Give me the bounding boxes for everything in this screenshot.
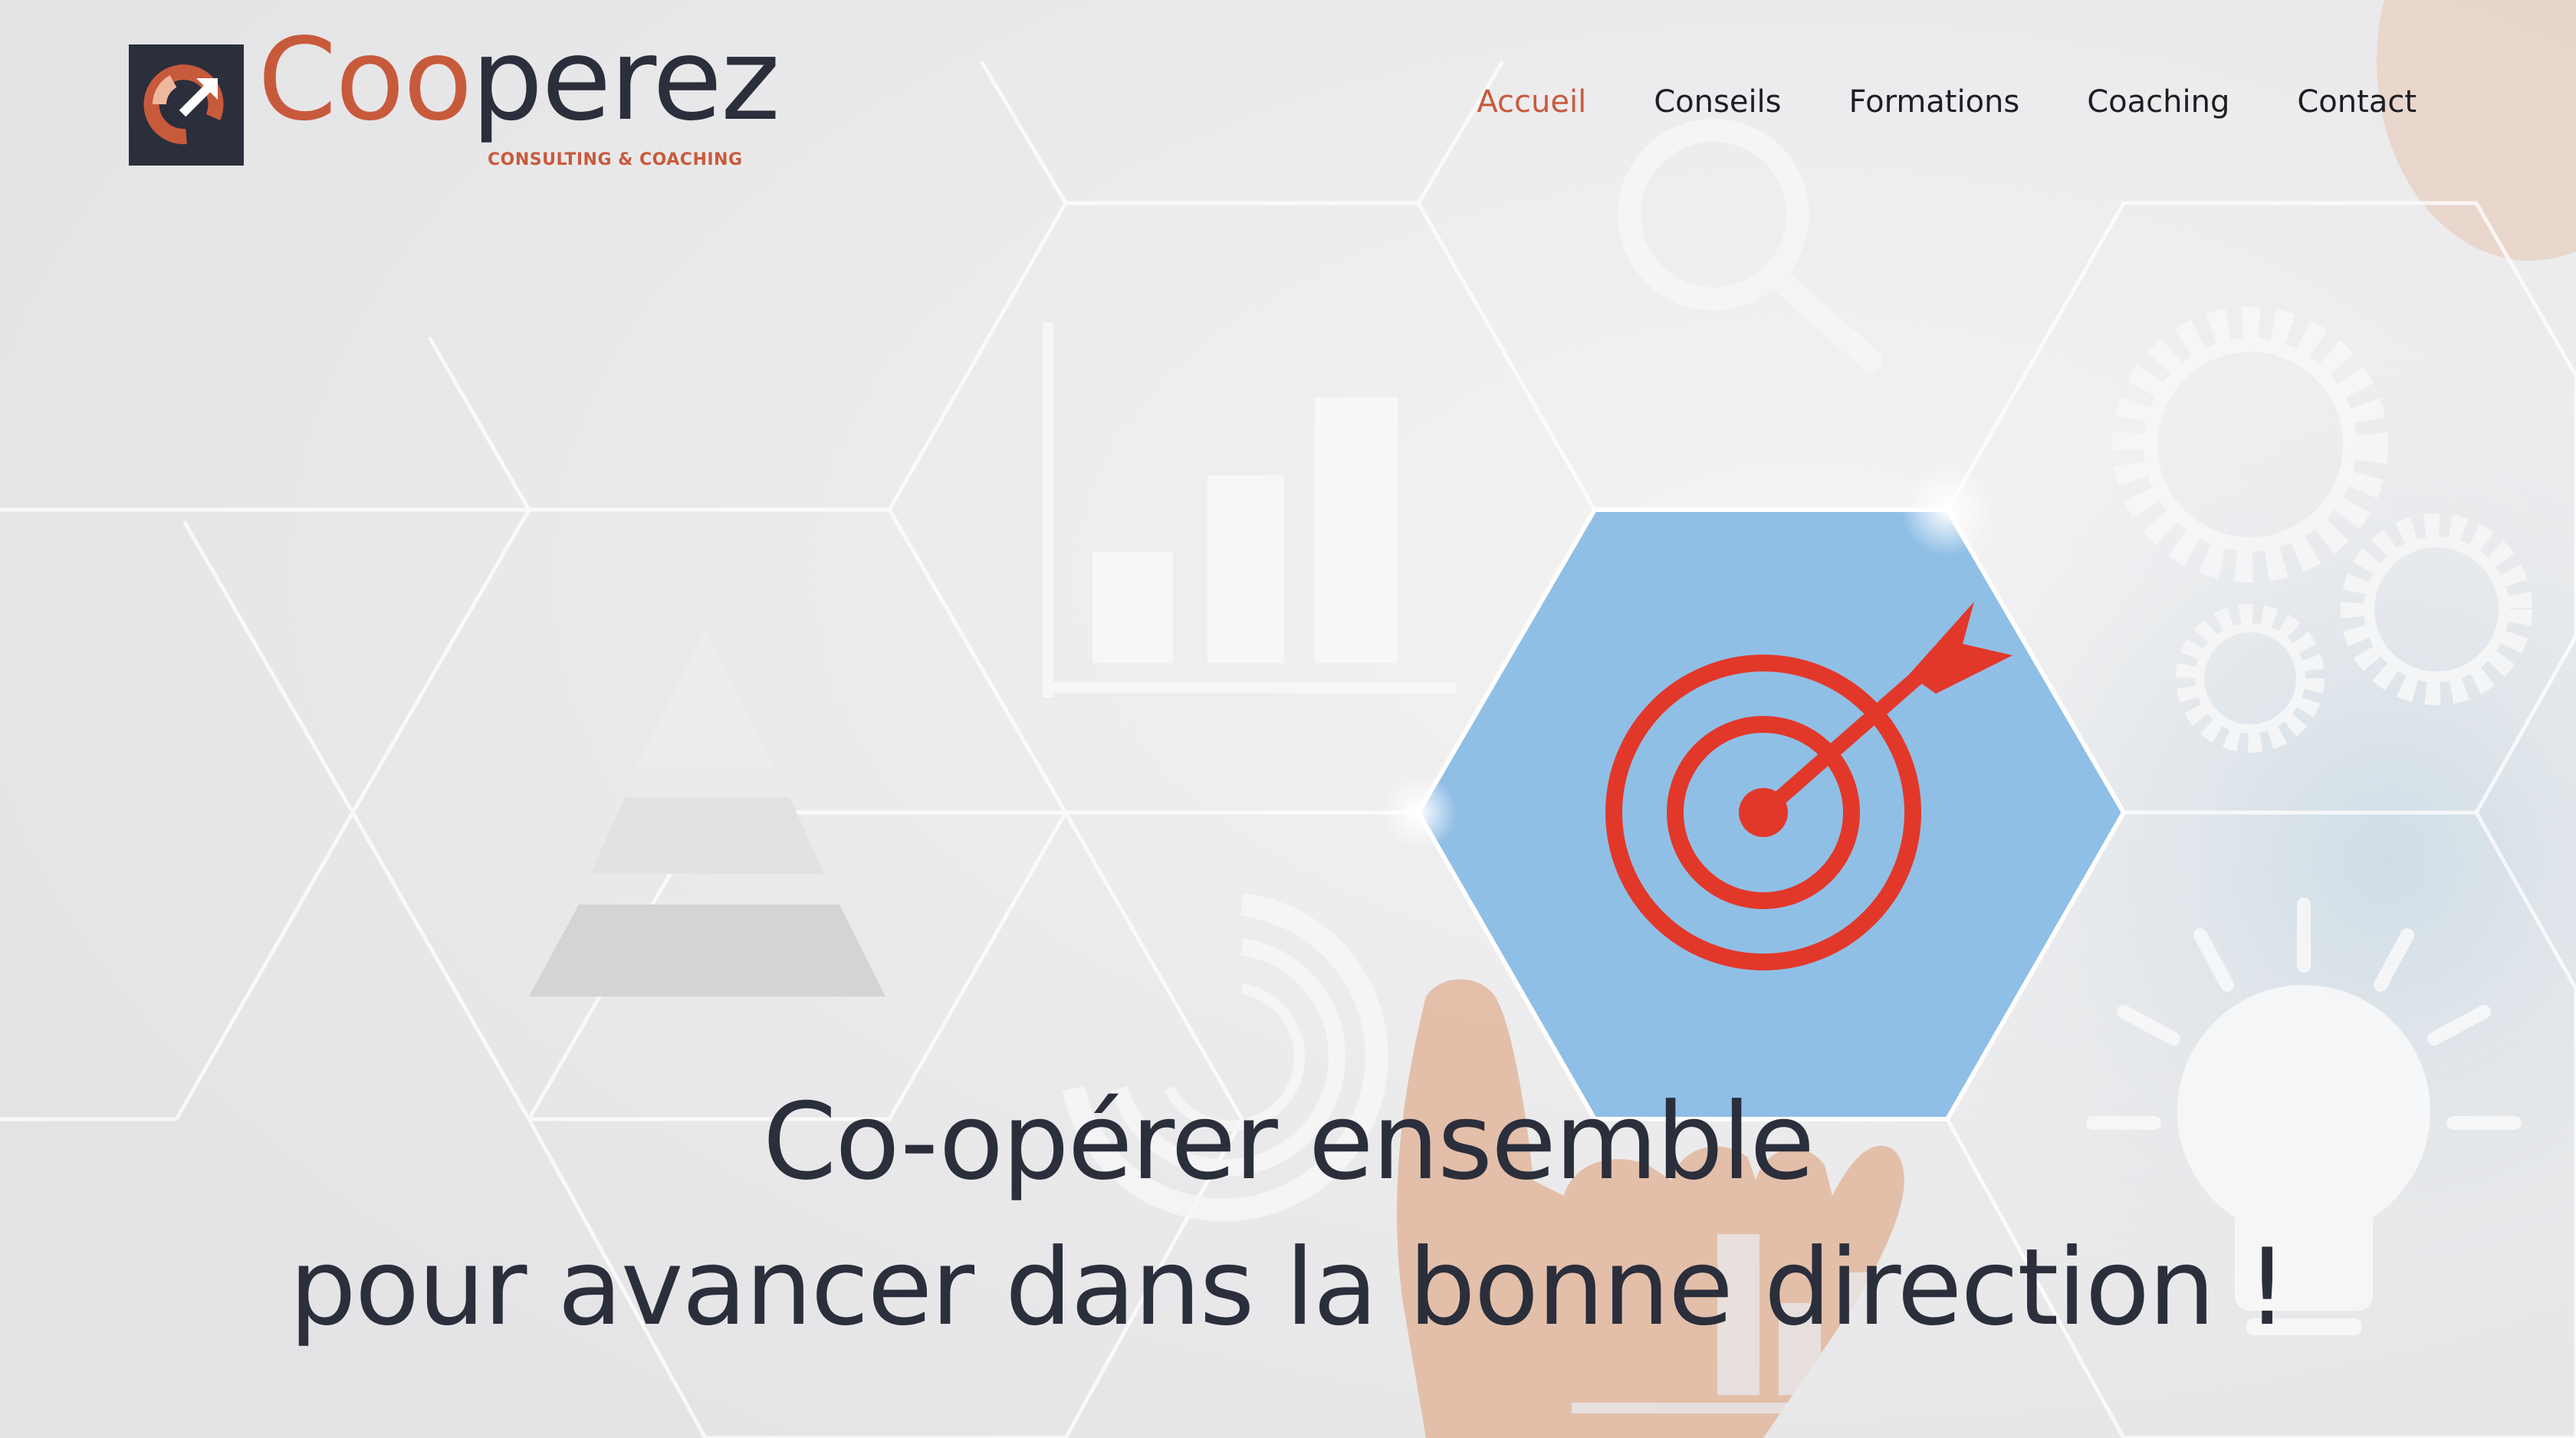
site-header: Cooperez CONSULTING & COACHING Accueil C… [0,0,2576,176]
nav-item-accueil[interactable]: Accueil [1477,84,1586,120]
hero-headline: Co-opérer ensemble pour avancer dans la … [0,1073,2576,1364]
logo-wordmark-part1: Coo [258,14,472,146]
logo-wordmark: Cooperez [258,23,780,136]
logo-tagline: CONSULTING & COACHING [488,150,743,169]
nav-item-conseils[interactable]: Conseils [1654,84,1781,120]
logo-arrow-icon [129,44,244,166]
logo[interactable]: Cooperez CONSULTING & COACHING [129,23,780,175]
headline-line-2: pour avancer dans la bonne direction ! [289,1226,2288,1349]
nav-item-contact[interactable]: Contact [2297,84,2417,120]
nav-item-coaching[interactable]: Coaching [2087,84,2229,120]
logo-mark [129,44,244,166]
logo-wordmark-part2: perez [471,14,780,146]
headline-line-1: Co-opérer ensemble [762,1080,1815,1203]
nav-item-formations[interactable]: Formations [1849,84,2020,120]
main-nav: Accueil Conseils Formations Coaching Con… [1477,84,2417,120]
